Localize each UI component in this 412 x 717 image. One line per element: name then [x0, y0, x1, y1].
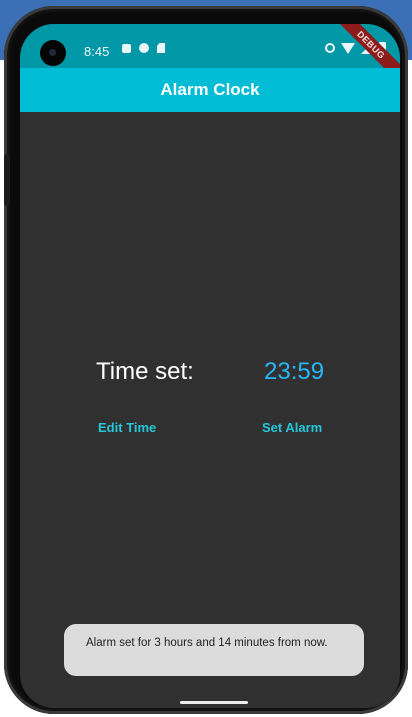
- home-indicator[interactable]: [180, 701, 248, 704]
- set-alarm-button[interactable]: Set Alarm: [262, 420, 322, 435]
- app-title: Alarm Clock: [160, 80, 260, 99]
- status-left-icons: [122, 43, 165, 53]
- button-row: Edit Time Set Alarm: [20, 420, 400, 444]
- time-row: Time set: 23:59: [20, 358, 400, 392]
- time-value: 23:59: [264, 358, 325, 385]
- sd-card-icon: [157, 43, 165, 53]
- app-bar: Alarm Clock: [20, 68, 400, 112]
- time-label: Time set:: [96, 358, 194, 385]
- wifi-icon: [341, 42, 355, 54]
- edit-time-button[interactable]: Edit Time: [98, 420, 156, 435]
- alarm-icon: [325, 43, 335, 53]
- notification-icon: [122, 43, 131, 53]
- snackbar: Alarm set for 3 hours and 14 minutes fro…: [64, 624, 364, 676]
- phone-frame: 8:45 DEBUG Alarm Clock Time set: 23:59 E…: [4, 6, 408, 714]
- status-bar: 8:45 DEBUG: [20, 24, 400, 89]
- settings-app-icon: [139, 43, 149, 53]
- side-button: [4, 154, 10, 206]
- status-time: 8:45: [84, 44, 110, 59]
- screen: 8:45 DEBUG Alarm Clock Time set: 23:59 E…: [20, 24, 400, 708]
- snackbar-message: Alarm set for 3 hours and 14 minutes fro…: [86, 637, 328, 649]
- front-camera: [40, 40, 66, 66]
- camera-lens: [49, 49, 56, 56]
